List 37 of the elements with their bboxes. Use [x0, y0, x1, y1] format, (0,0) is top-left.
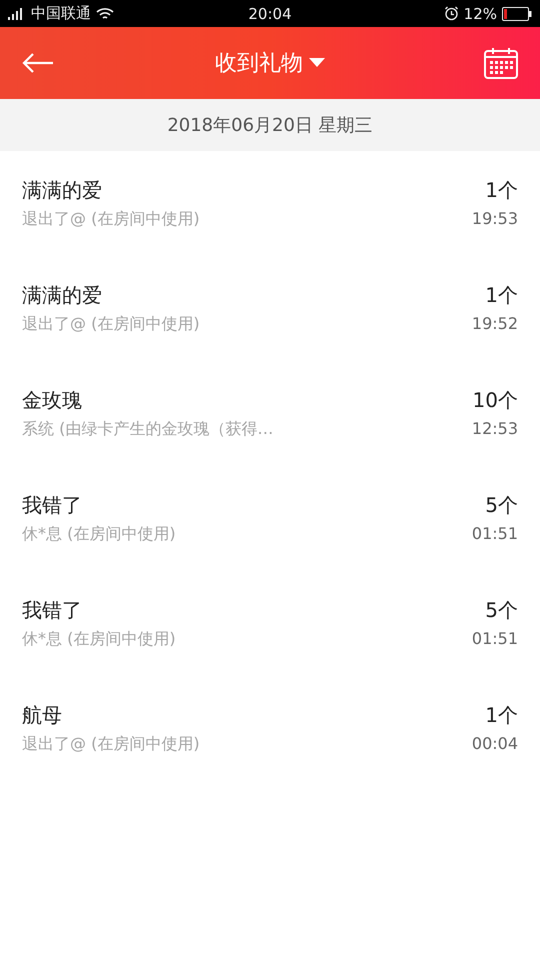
date-heading: 2018年06月20日 星期三	[167, 114, 373, 137]
gift-source: 退出了@ (在房间中使用)	[22, 208, 200, 230]
back-button[interactable]	[22, 52, 54, 74]
gift-time: 19:52	[472, 313, 518, 335]
gift-count: 5个	[485, 597, 518, 623]
gift-count: 1个	[485, 282, 518, 308]
wifi-icon	[96, 6, 114, 20]
carrier-name: 中国联通	[31, 4, 91, 23]
gift-count: 10个	[472, 387, 518, 413]
gift-count: 5个	[485, 492, 518, 518]
gift-name: 航母	[22, 702, 63, 728]
battery-percent: 12%	[464, 4, 498, 22]
gift-time: 01:51	[472, 628, 518, 650]
gift-source: 退出了@ (在房间中使用)	[22, 313, 200, 335]
gift-source: 退出了@ (在房间中使用)	[22, 733, 200, 755]
caret-icon	[309, 58, 325, 68]
calendar-button[interactable]	[484, 47, 518, 79]
gift-source: 休*息 (在房间中使用)	[22, 523, 176, 545]
gift-name: 满满的爱	[22, 177, 103, 203]
gift-count: 1个	[485, 702, 518, 728]
gift-time: 01:51	[472, 523, 518, 545]
gift-name: 我错了	[22, 492, 83, 518]
clock-time: 20:04	[248, 4, 292, 22]
gift-name: 金玫瑰	[22, 387, 83, 413]
gift-name: 满满的爱	[22, 282, 103, 308]
calendar-icon	[484, 47, 518, 79]
title-dropdown[interactable]: 收到礼物	[215, 48, 325, 78]
battery-icon	[502, 6, 532, 20]
gift-source: 系统 (由绿卡产生的金玫瑰（获得…	[22, 418, 274, 440]
alarm-icon	[444, 6, 459, 21]
gift-source: 休*息 (在房间中使用)	[22, 628, 176, 650]
gift-time: 19:53	[472, 208, 518, 230]
gift-name: 我错了	[22, 597, 83, 623]
gift-time: 12:53	[472, 418, 518, 440]
back-arrow-icon	[22, 52, 54, 74]
gift-count: 1个	[485, 177, 518, 203]
gift-time: 00:04	[472, 733, 518, 755]
